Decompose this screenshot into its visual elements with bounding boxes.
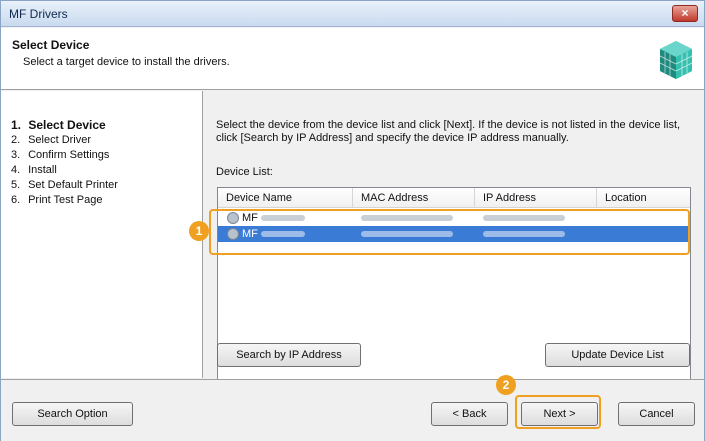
next-button-highlight	[515, 395, 601, 429]
device-list-label: Device List:	[216, 166, 273, 178]
step-number: 5.	[11, 179, 21, 191]
page-subtitle: Select a target device to install the dr…	[23, 56, 230, 68]
device-list-highlight	[209, 209, 690, 255]
column-ip-address[interactable]: IP Address	[475, 188, 597, 208]
window-title: MF Drivers	[9, 7, 68, 21]
steps-sidebar: 1. Select Device 2. Select Driver 3. Con…	[1, 91, 203, 378]
step-number: 6.	[11, 194, 21, 206]
step-confirm-settings: 3. Confirm Settings	[11, 149, 118, 164]
title-bar: MF Drivers ×	[1, 1, 704, 27]
column-location[interactable]: Location	[597, 188, 690, 208]
device-list-header: Device Name MAC Address IP Address Locat…	[218, 188, 690, 208]
update-device-list-button[interactable]: Update Device List	[545, 343, 690, 367]
search-by-ip-button[interactable]: Search by IP Address	[217, 343, 361, 367]
callout-badge-2: 2	[496, 375, 516, 395]
column-device-name[interactable]: Device Name	[218, 188, 353, 208]
instructions-text: Select the device from the device list a…	[216, 119, 681, 144]
step-print-test-page: 6. Print Test Page	[11, 194, 118, 209]
wizard-header: Select Device Select a target device to …	[1, 28, 704, 90]
step-number: 4.	[11, 164, 21, 176]
step-label: Install	[28, 164, 57, 176]
close-icon[interactable]: ×	[681, 6, 688, 20]
step-number: 2.	[11, 134, 21, 146]
step-label: Confirm Settings	[28, 149, 110, 161]
back-button[interactable]: < Back	[431, 402, 508, 426]
step-select-driver: 2. Select Driver	[11, 134, 118, 149]
step-label: Set Default Printer	[28, 179, 118, 191]
step-label: Select Device	[28, 118, 106, 132]
step-install: 4. Install	[11, 164, 118, 179]
step-set-default-printer: 5. Set Default Printer	[11, 179, 118, 194]
step-label: Select Driver	[28, 134, 92, 146]
close-button[interactable]: ×	[672, 5, 698, 22]
printer-driver-icon	[659, 41, 693, 79]
step-number: 1.	[11, 118, 22, 132]
page-title: Select Device	[12, 38, 90, 52]
search-option-button[interactable]: Search Option	[12, 402, 133, 426]
step-select-device: 1. Select Device	[11, 118, 118, 134]
cancel-button[interactable]: Cancel	[618, 402, 695, 426]
callout-badge-1: 1	[189, 221, 209, 241]
step-label: Print Test Page	[28, 194, 103, 206]
step-number: 3.	[11, 149, 21, 161]
column-mac-address[interactable]: MAC Address	[353, 188, 475, 208]
